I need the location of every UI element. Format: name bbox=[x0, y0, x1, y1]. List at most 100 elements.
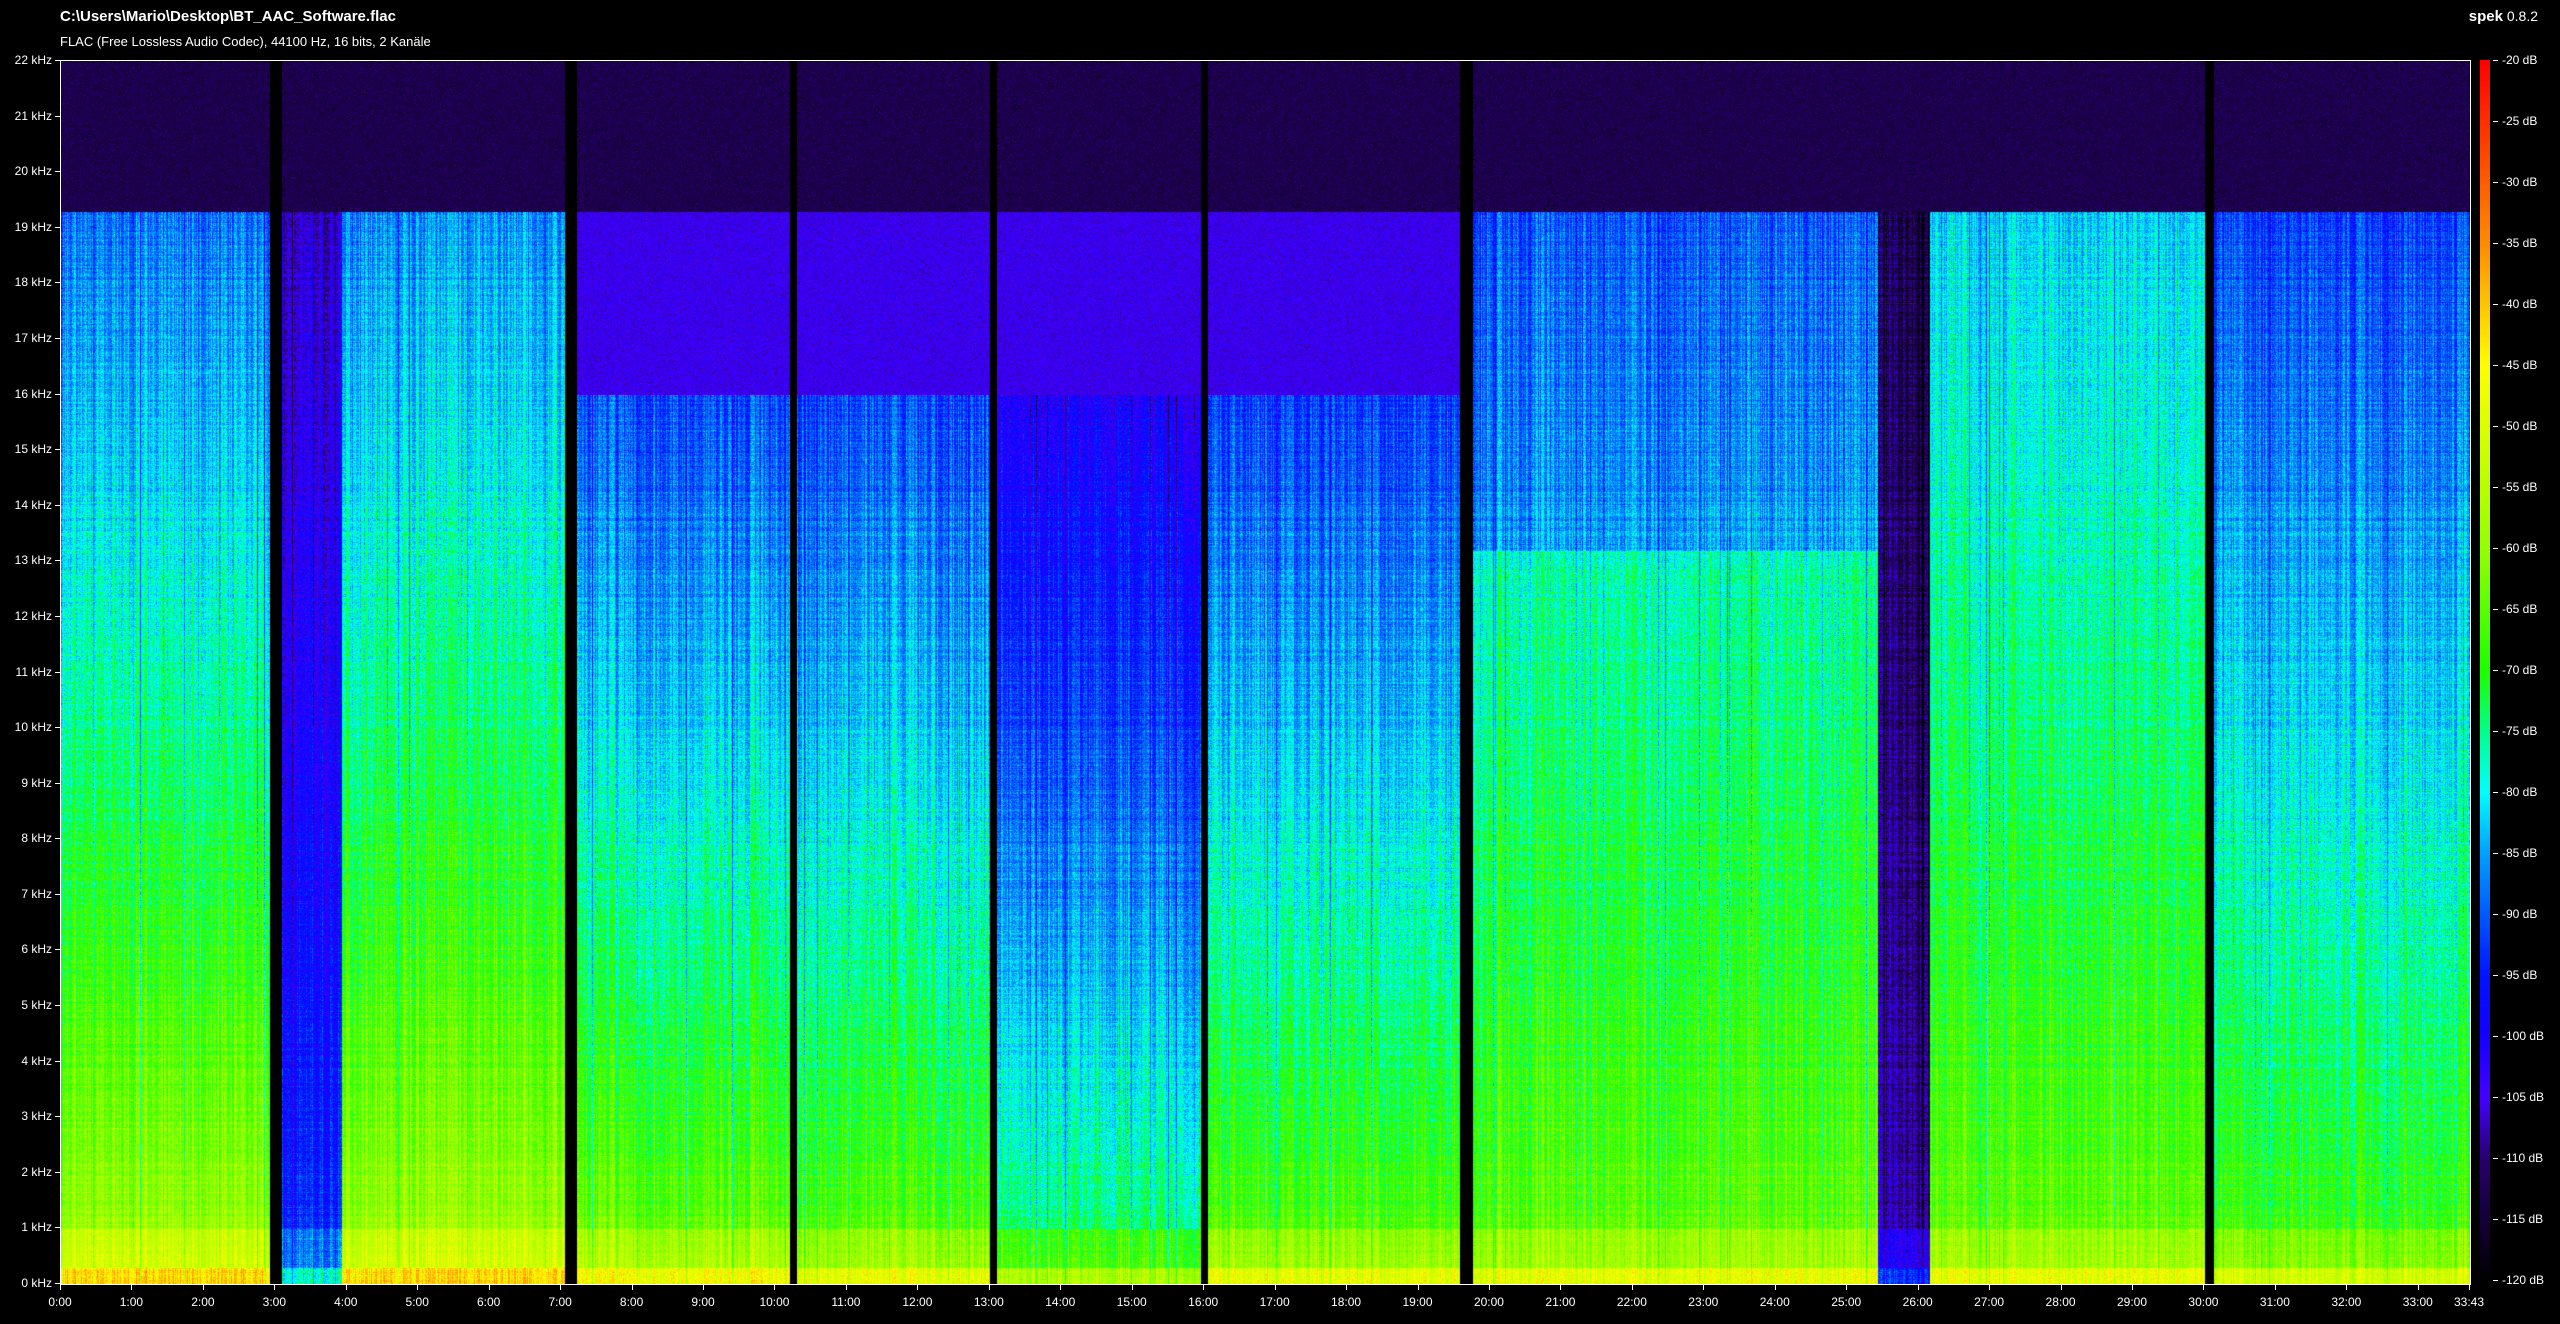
x-tick-label: 9:00 bbox=[687, 1295, 719, 1309]
colorbar-tick bbox=[2493, 914, 2498, 915]
x-tick-label: 5:00 bbox=[401, 1295, 433, 1309]
y-tick bbox=[55, 116, 60, 117]
x-tick bbox=[917, 1284, 918, 1290]
x-tick-label: 20:00 bbox=[1473, 1295, 1505, 1309]
x-tick bbox=[203, 1284, 204, 1290]
colorbar-tick-label: -115 dB bbox=[2502, 1212, 2543, 1226]
x-tick bbox=[1775, 1284, 1776, 1290]
spectrogram-canvas bbox=[61, 61, 2470, 1284]
x-tick-label: 19:00 bbox=[1402, 1295, 1434, 1309]
colorbar-tick bbox=[2493, 975, 2498, 976]
y-tick-label: 9 kHz bbox=[2, 776, 52, 790]
y-tick-label: 1 kHz bbox=[2, 1220, 52, 1234]
y-tick bbox=[55, 171, 60, 172]
x-tick-label: 26:00 bbox=[1902, 1295, 1934, 1309]
y-tick-label: 14 kHz bbox=[2, 498, 52, 512]
y-tick bbox=[55, 449, 60, 450]
x-tick bbox=[1989, 1284, 1990, 1290]
x-tick-label: 18:00 bbox=[1330, 1295, 1362, 1309]
colorbar-tick-label: -70 dB bbox=[2502, 663, 2537, 677]
x-tick-label: 24:00 bbox=[1759, 1295, 1791, 1309]
x-tick-label: 15:00 bbox=[1116, 1295, 1148, 1309]
colorbar-tick bbox=[2493, 609, 2498, 610]
colorbar-tick-label: -30 dB bbox=[2502, 175, 2537, 189]
app-brand: spek 0.8.2 bbox=[2469, 8, 2538, 25]
y-tick bbox=[55, 394, 60, 395]
x-tick-label: 21:00 bbox=[1544, 1295, 1576, 1309]
x-tick-label: 3:00 bbox=[258, 1295, 290, 1309]
x-tick bbox=[1346, 1284, 1347, 1290]
x-tick bbox=[1846, 1284, 1847, 1290]
x-tick bbox=[2203, 1284, 2204, 1290]
x-tick bbox=[1203, 1284, 1204, 1290]
y-tick bbox=[55, 1005, 60, 1006]
x-tick bbox=[774, 1284, 775, 1290]
x-tick bbox=[1632, 1284, 1633, 1290]
colorbar-tick bbox=[2493, 487, 2498, 488]
x-tick bbox=[489, 1284, 490, 1290]
y-tick bbox=[55, 60, 60, 61]
colorbar-tick bbox=[2493, 182, 2498, 183]
colorbar-tick-label: -85 dB bbox=[2502, 846, 2537, 860]
x-tick-label: 0:00 bbox=[44, 1295, 76, 1309]
colorbar-tick-label: -20 dB bbox=[2502, 53, 2537, 67]
colorbar-tick-label: -100 dB bbox=[2502, 1029, 2544, 1043]
y-tick bbox=[55, 894, 60, 895]
y-tick bbox=[55, 727, 60, 728]
colorbar-tick bbox=[2493, 853, 2498, 854]
y-tick-label: 15 kHz bbox=[2, 442, 52, 456]
x-tick-label: 11:00 bbox=[830, 1295, 862, 1309]
x-tick-label: 33:43 bbox=[2453, 1295, 2485, 1309]
colorbar-tick bbox=[2493, 60, 2498, 61]
y-tick-label: 12 kHz bbox=[2, 609, 52, 623]
x-tick bbox=[417, 1284, 418, 1290]
x-tick bbox=[1060, 1284, 1061, 1290]
y-tick-label: 17 kHz bbox=[2, 331, 52, 345]
y-tick bbox=[55, 282, 60, 283]
x-tick-label: 6:00 bbox=[473, 1295, 505, 1309]
colorbar-tick bbox=[2493, 304, 2498, 305]
y-tick bbox=[55, 338, 60, 339]
x-tick bbox=[1489, 1284, 1490, 1290]
x-tick bbox=[2418, 1284, 2419, 1290]
x-tick-label: 30:00 bbox=[2187, 1295, 2219, 1309]
y-tick-label: 3 kHz bbox=[2, 1109, 52, 1123]
stream-info: FLAC (Free Lossless Audio Codec), 44100 … bbox=[60, 34, 431, 49]
x-tick bbox=[60, 1284, 61, 1290]
y-tick bbox=[55, 505, 60, 506]
x-tick bbox=[703, 1284, 704, 1290]
x-tick bbox=[2346, 1284, 2347, 1290]
y-tick bbox=[55, 783, 60, 784]
colorbar-tick bbox=[2493, 1097, 2498, 1098]
x-tick-label: 22:00 bbox=[1616, 1295, 1648, 1309]
x-tick bbox=[560, 1284, 561, 1290]
colorbar-tick bbox=[2493, 426, 2498, 427]
x-tick-label: 25:00 bbox=[1830, 1295, 1862, 1309]
colorbar-tick-label: -65 dB bbox=[2502, 602, 2537, 616]
y-tick bbox=[55, 560, 60, 561]
y-tick-label: 6 kHz bbox=[2, 942, 52, 956]
colorbar-tick bbox=[2493, 1280, 2498, 1281]
y-tick-label: 13 kHz bbox=[2, 553, 52, 567]
y-tick-label: 19 kHz bbox=[2, 220, 52, 234]
y-tick-label: 18 kHz bbox=[2, 275, 52, 289]
colorbar-tick bbox=[2493, 121, 2498, 122]
colorbar bbox=[2480, 60, 2490, 1280]
y-tick bbox=[55, 838, 60, 839]
x-tick bbox=[1132, 1284, 1133, 1290]
y-tick-label: 21 kHz bbox=[2, 109, 52, 123]
x-tick-label: 32:00 bbox=[2330, 1295, 2362, 1309]
y-tick-label: 7 kHz bbox=[2, 887, 52, 901]
y-tick bbox=[55, 227, 60, 228]
colorbar-tick-label: -105 dB bbox=[2502, 1090, 2544, 1104]
colorbar-tick bbox=[2493, 548, 2498, 549]
x-tick bbox=[274, 1284, 275, 1290]
x-tick bbox=[1703, 1284, 1704, 1290]
colorbar-tick-label: -40 dB bbox=[2502, 297, 2537, 311]
x-tick bbox=[131, 1284, 132, 1290]
x-tick bbox=[1418, 1284, 1419, 1290]
y-tick-label: 16 kHz bbox=[2, 387, 52, 401]
x-tick-label: 27:00 bbox=[1973, 1295, 2005, 1309]
y-tick-label: 5 kHz bbox=[2, 998, 52, 1012]
colorbar-tick-label: -95 dB bbox=[2502, 968, 2537, 982]
